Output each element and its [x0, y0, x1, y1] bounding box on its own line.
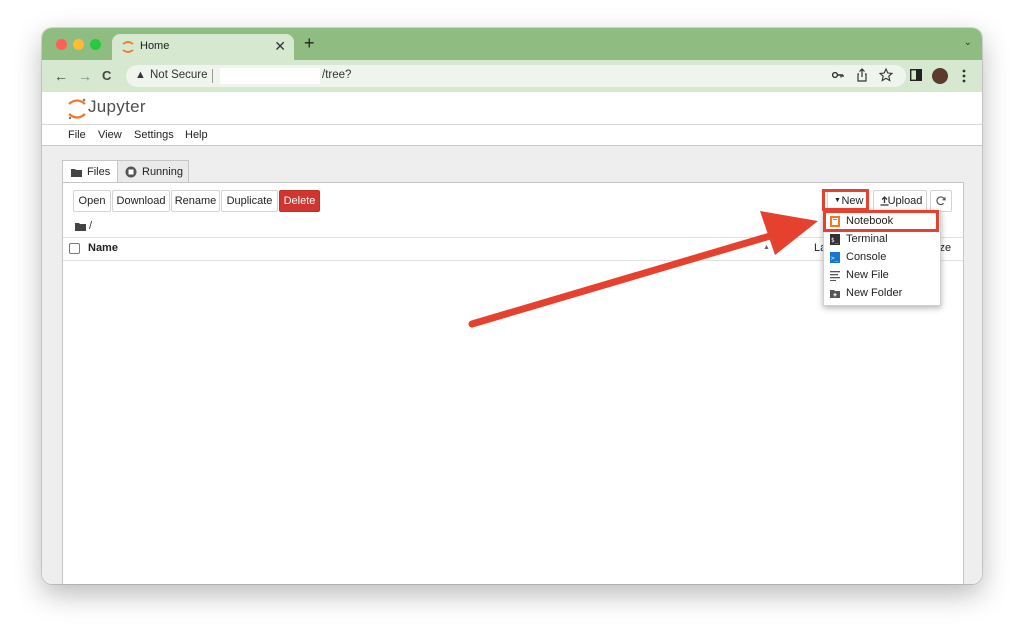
annotation-arrow-icon [468, 211, 818, 328]
